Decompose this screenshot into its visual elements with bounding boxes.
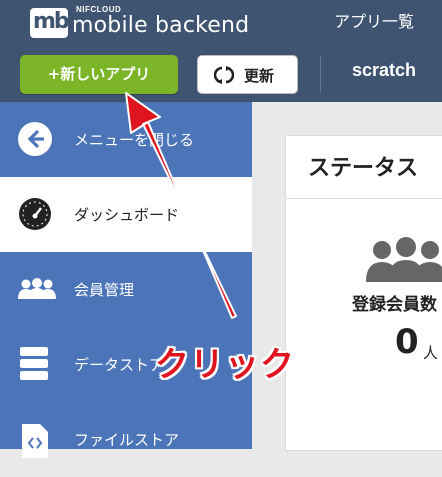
file-code-icon (22, 424, 48, 462)
current-app-name[interactable]: scratch (352, 60, 416, 81)
sidebar-item-filestore[interactable]: ファイルストア (0, 402, 252, 477)
status-card-header: ステータス (286, 136, 442, 199)
sidebar-item-dashboard[interactable]: ダッシュボード (0, 177, 252, 252)
sidebar: メニューを閉じる ダッシュボード 会員管理 データストア ファイルストア (0, 102, 252, 458)
refresh-icon (213, 65, 235, 85)
refresh-button-label: 更新 (244, 67, 275, 85)
members-icon (366, 236, 442, 288)
registered-members-unit: 人 (423, 344, 439, 362)
new-app-button[interactable]: +新しいアプリ (20, 55, 178, 94)
users-icon (18, 277, 56, 305)
annotation-click-label: クリック (155, 345, 295, 385)
sidebar-item-close-menu[interactable]: メニューを閉じる (0, 102, 252, 177)
status-title: ステータス (308, 156, 419, 181)
registered-members-count: 0 (395, 322, 419, 362)
registered-members-label: 登録会員数 (352, 295, 437, 315)
sidebar-item-label: ダッシュボード (74, 206, 180, 224)
gauge-icon (18, 197, 52, 235)
database-icon (20, 347, 48, 385)
sidebar-item-label: データストア (74, 356, 165, 374)
arrow-left-circle-icon (18, 122, 52, 160)
brand-name: mobile backend (72, 13, 250, 38)
top-bar: mb NIFCLOUD mobile backend アプリ一覧 (0, 0, 442, 44)
sidebar-item-label: ファイルストア (74, 431, 180, 449)
refresh-button[interactable]: 更新 (197, 55, 298, 94)
sidebar-item-label: メニューを閉じる (74, 131, 195, 149)
status-card: ステータス 登録会員数 0 人 (285, 135, 442, 451)
app-list-link[interactable]: アプリ一覧 (334, 8, 414, 32)
sidebar-item-members[interactable]: 会員管理 (0, 252, 252, 327)
logo-mark-text: mb (33, 9, 70, 34)
logo-mark: mb (30, 8, 70, 38)
toolbar: +新しいアプリ 更新 scratch (0, 44, 442, 102)
sidebar-item-label: 会員管理 (74, 281, 135, 299)
toolbar-divider (320, 56, 321, 92)
